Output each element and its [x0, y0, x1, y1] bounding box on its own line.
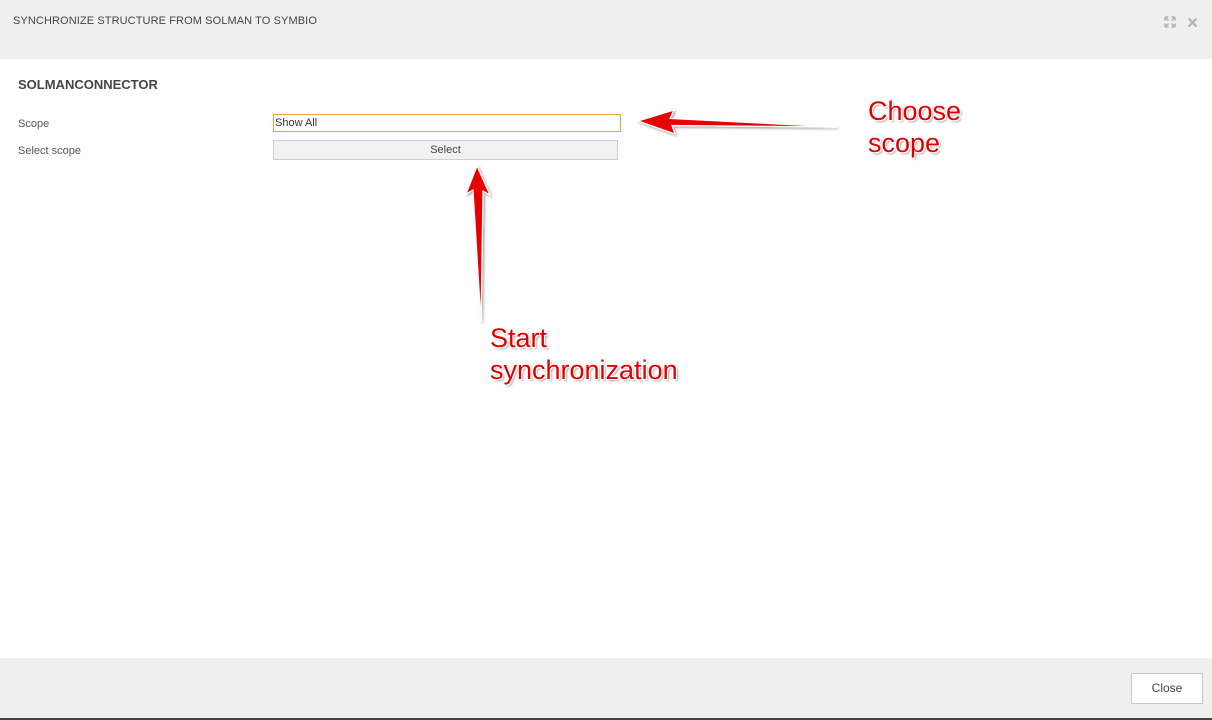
dialog-footer: Close: [0, 658, 1212, 718]
section-title: SOLMANCONNECTOR: [18, 77, 158, 92]
choose-scope-annotation: Choose scope: [868, 96, 962, 158]
select-scope-label: Select scope: [18, 145, 81, 157]
scope-input[interactable]: [273, 114, 621, 132]
start-sync-annotation: Start synchronization: [490, 323, 678, 385]
dialog-title: SYNCHRONIZE STRUCTURE FROM SOLMAN TO SYM…: [13, 15, 317, 27]
maximize-icon[interactable]: [1163, 15, 1177, 29]
dialog-header: SYNCHRONIZE STRUCTURE FROM SOLMAN TO SYM…: [0, 0, 1212, 59]
scope-label: Scope: [18, 118, 50, 130]
select-button[interactable]: Select: [273, 140, 618, 160]
close-button[interactable]: Close: [1131, 673, 1203, 704]
close-icon[interactable]: [1185, 15, 1199, 29]
